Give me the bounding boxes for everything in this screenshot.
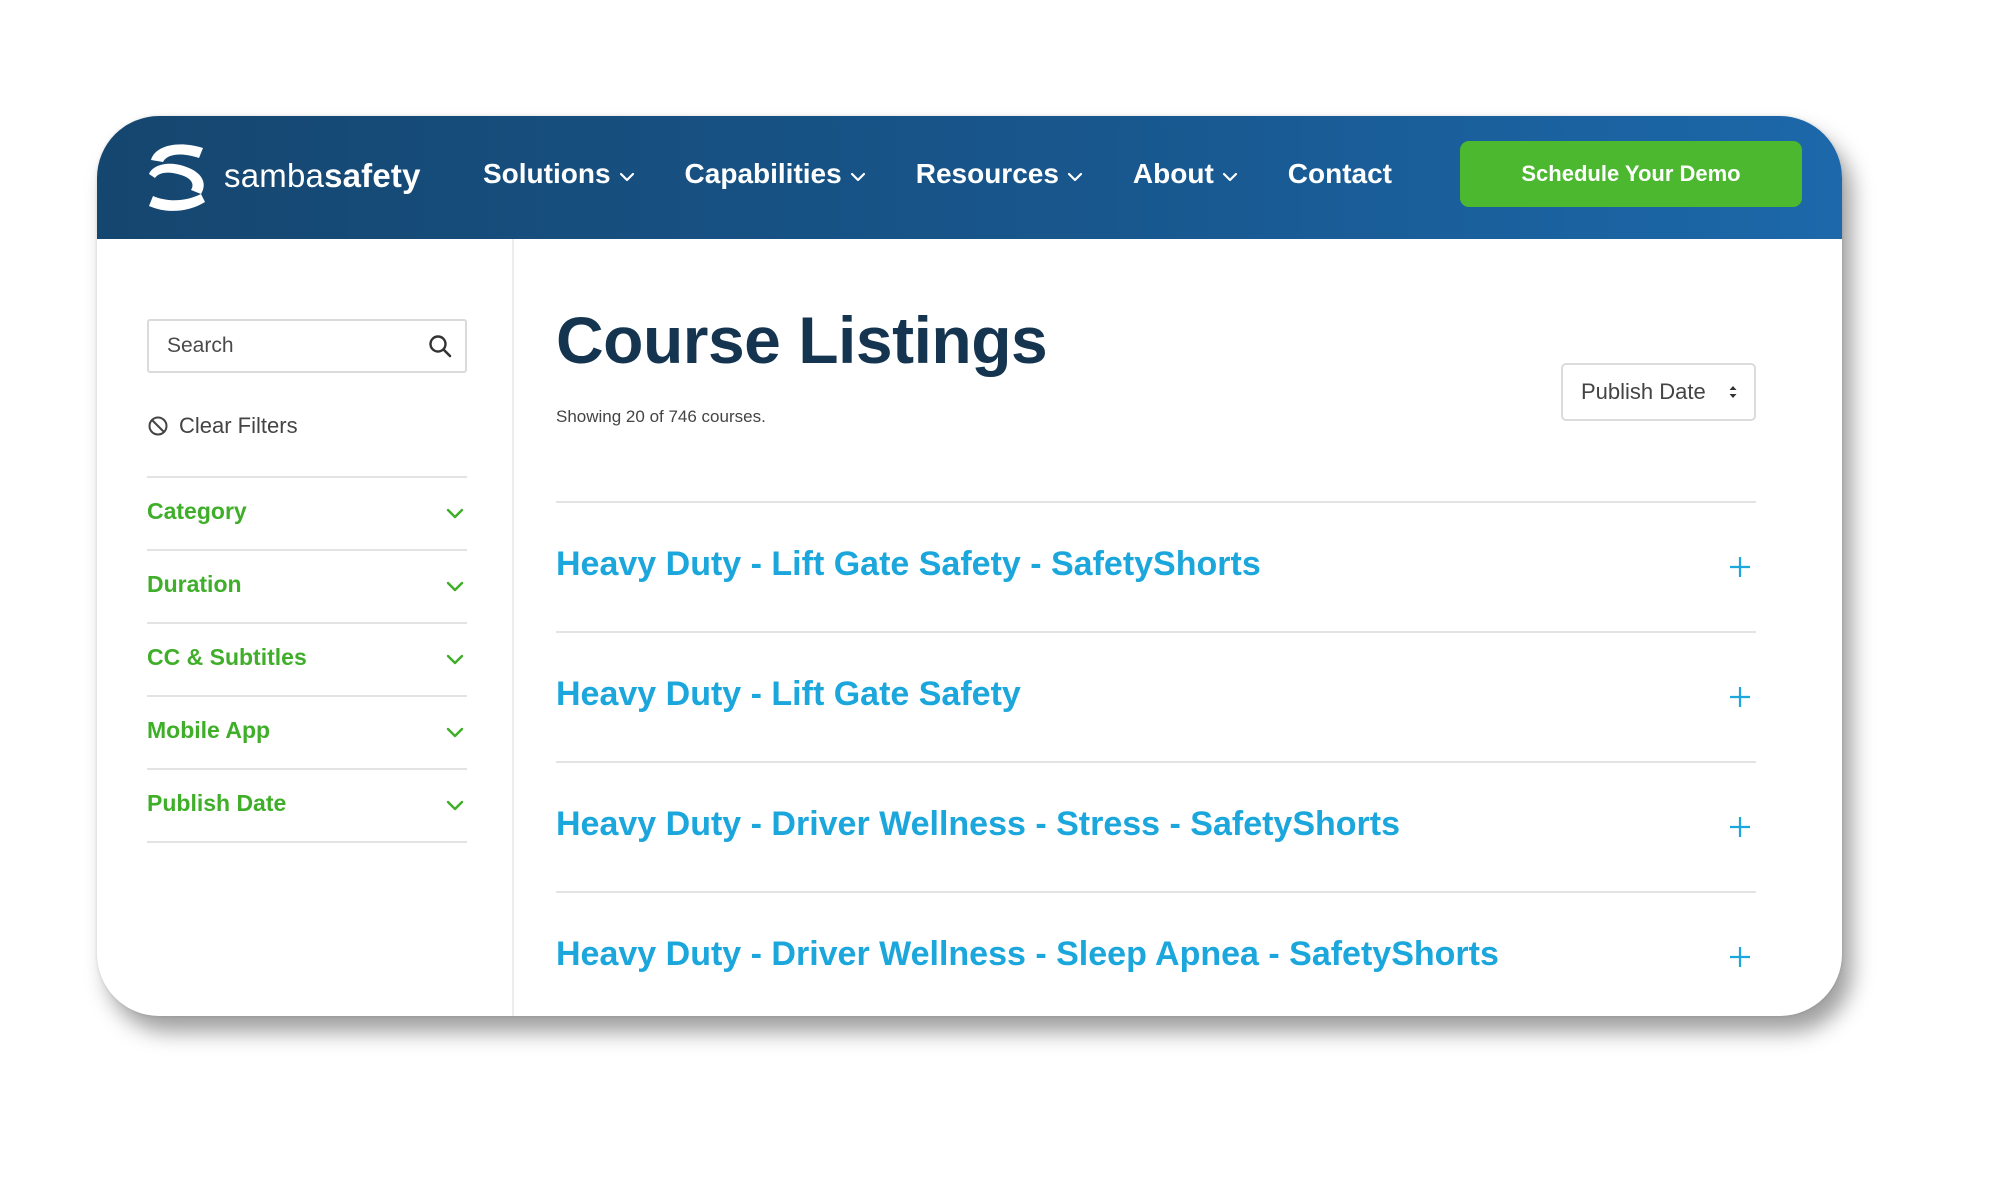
course-list: Heavy Duty - Lift Gate Safety - SafetySh… — [556, 501, 1756, 1016]
course-item[interactable]: Heavy Duty - Driver Wellness - Stress - … — [556, 761, 1756, 891]
chevron-down-icon — [446, 654, 464, 665]
filter-cc-subtitles[interactable]: CC & Subtitles — [147, 622, 467, 695]
filter-label: Duration — [147, 571, 242, 597]
course-item[interactable]: Heavy Duty - Lift Gate Safety — [556, 631, 1756, 761]
brand-wordmark: sambasafety — [224, 157, 421, 195]
chevron-down-icon — [850, 172, 865, 181]
top-navbar: sambasafety Solutions Capabilities Resou… — [97, 116, 1842, 239]
course-title[interactable]: Heavy Duty - Lift Gate Safety - SafetySh… — [556, 545, 1261, 584]
nav-item-label: About — [1132, 157, 1214, 189]
sort-select[interactable]: Publish Date — [1561, 363, 1756, 421]
brand-logo[interactable]: sambasafety — [145, 138, 421, 214]
filter-publish-date[interactable]: Publish Date — [147, 768, 467, 843]
nav-item-contact[interactable]: Contact — [1288, 158, 1392, 190]
plus-icon[interactable] — [1728, 685, 1752, 709]
course-title[interactable]: Heavy Duty - Lift Gate Safety — [556, 675, 1021, 714]
nav-item-label: Resources — [915, 157, 1059, 189]
search-input[interactable] — [149, 321, 417, 371]
brand-name-light: samba — [224, 157, 325, 194]
nav-item-capabilities[interactable]: Capabilities — [685, 158, 866, 190]
sort-selected-value: Publish Date — [1581, 379, 1706, 404]
course-title[interactable]: Heavy Duty - Driver Wellness - Sleep Apn… — [556, 935, 1499, 974]
results-count: Showing 20 of 746 courses. — [556, 407, 766, 426]
plus-icon[interactable] — [1728, 945, 1752, 969]
chevron-down-icon — [446, 508, 464, 519]
browser-card: sambasafety Solutions Capabilities Resou… — [97, 116, 1842, 1016]
filter-list: Category Duration CC & Subtitles Mobile … — [147, 476, 467, 843]
chevron-down-icon — [1067, 172, 1083, 181]
main-content: Course Listings Showing 20 of 746 course… — [514, 239, 1842, 1016]
chevron-down-icon — [619, 172, 634, 181]
nav-item-label: Contact — [1287, 157, 1392, 189]
nav-item-solutions[interactable]: Solutions — [483, 158, 635, 190]
clear-filters-icon — [148, 416, 168, 436]
samba-s-logo-icon — [149, 144, 205, 211]
search-box — [147, 319, 467, 373]
chevron-down-icon — [446, 800, 464, 811]
nav-item-resources[interactable]: Resources — [916, 158, 1083, 190]
filter-category[interactable]: Category — [147, 476, 467, 549]
search-icon[interactable] — [427, 333, 453, 359]
nav-item-label: Solutions — [483, 157, 611, 189]
filter-label: Category — [147, 498, 247, 524]
filter-mobile-app[interactable]: Mobile App — [147, 695, 467, 768]
page-title: Course Listings — [556, 303, 1048, 377]
chevron-down-icon — [1222, 172, 1237, 181]
filter-label: Mobile App — [147, 717, 271, 743]
chevron-down-icon — [446, 581, 464, 592]
filter-label: CC & Subtitles — [147, 644, 307, 670]
clear-filters-link[interactable]: Clear Filters — [147, 413, 298, 439]
nav-item-about[interactable]: About — [1133, 158, 1238, 190]
filter-duration[interactable]: Duration — [147, 549, 467, 622]
plus-icon[interactable] — [1728, 815, 1752, 839]
course-item[interactable]: Heavy Duty - Lift Gate Safety - SafetySh… — [556, 501, 1756, 631]
nav-item-label: Capabilities — [684, 157, 842, 189]
course-title[interactable]: Heavy Duty - Driver Wellness - Stress - … — [556, 805, 1400, 844]
schedule-demo-button[interactable]: Schedule Your Demo — [1460, 141, 1802, 207]
main-nav: Solutions Capabilities Resources About C… — [483, 116, 1442, 239]
brand-name-bold: safety — [324, 157, 421, 194]
course-item[interactable]: Heavy Duty - Driver Wellness - Sleep Apn… — [556, 891, 1756, 1016]
sort-arrows-icon — [1729, 386, 1737, 398]
screenshot-stage: sambasafety Solutions Capabilities Resou… — [0, 0, 2000, 1195]
plus-icon[interactable] — [1728, 555, 1752, 579]
filter-label: Publish Date — [147, 790, 287, 816]
chevron-down-icon — [446, 727, 464, 738]
filter-sidebar: Clear Filters Category Duration CC & Sub… — [97, 239, 514, 1016]
clear-filters-label: Clear Filters — [179, 413, 298, 438]
